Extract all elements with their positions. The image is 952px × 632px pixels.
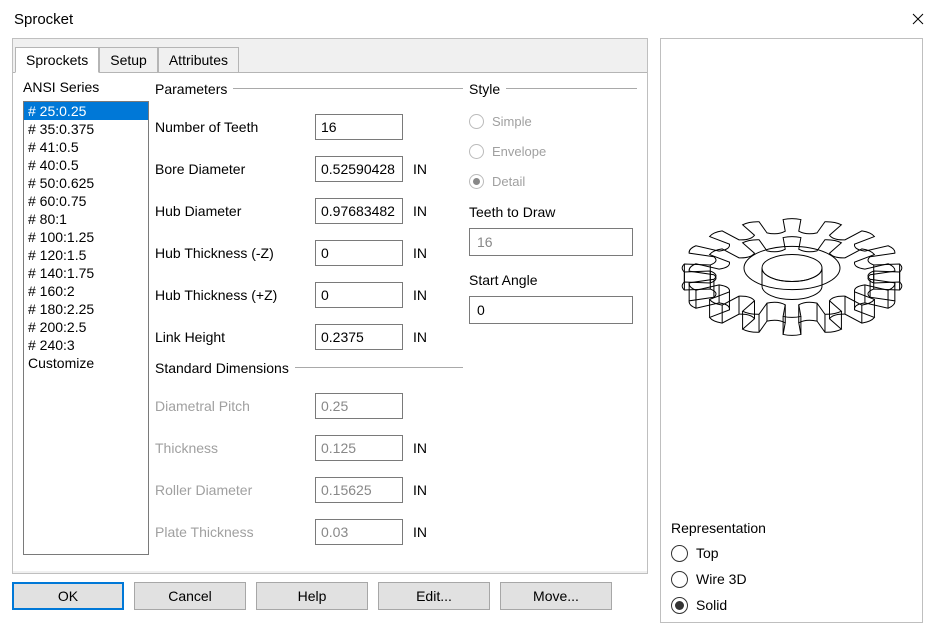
teeth-to-draw-label: Teeth to Draw [469, 204, 637, 220]
move-button[interactable]: Move... [500, 582, 612, 610]
num-teeth-input[interactable] [315, 114, 403, 140]
hub-thk-neg-input[interactable] [315, 240, 403, 266]
hub-dia-label: Hub Diameter [155, 203, 315, 219]
style-group-title: Style [469, 79, 637, 98]
hub-dia-input[interactable] [315, 198, 403, 224]
list-item[interactable]: # 200:2.5 [24, 318, 148, 336]
window-title: Sprocket [14, 11, 73, 28]
close-button[interactable] [898, 3, 938, 35]
tab-strip: Sprockets Setup Attributes [13, 47, 647, 73]
preview-area [661, 39, 922, 515]
tab-setup[interactable]: Setup [99, 47, 158, 72]
tab-attributes[interactable]: Attributes [158, 47, 239, 72]
list-item[interactable]: # 140:1.75 [24, 264, 148, 282]
unit-label: IN [413, 440, 437, 456]
plate-thk-input [315, 519, 403, 545]
num-teeth-label: Number of Teeth [155, 119, 315, 135]
style-envelope-radio: Envelope [469, 136, 637, 166]
list-item[interactable]: Customize [24, 354, 148, 372]
link-height-label: Link Height [155, 329, 315, 345]
representation-section: Representation Top Wire 3D Solid [661, 515, 922, 622]
cancel-button[interactable]: Cancel [134, 582, 246, 610]
representation-title: Representation [671, 520, 912, 536]
rep-solid-radio[interactable]: Solid [671, 592, 912, 618]
list-item[interactable]: # 100:1.25 [24, 228, 148, 246]
rep-top-radio[interactable]: Top [671, 540, 912, 566]
radio-icon [469, 144, 484, 159]
radio-icon [671, 597, 688, 614]
series-listbox[interactable]: # 25:0.25 # 35:0.375 # 41:0.5 # 40:0.5 #… [23, 101, 149, 555]
rep-wire3d-radio[interactable]: Wire 3D [671, 566, 912, 592]
radio-icon [469, 114, 484, 129]
unit-label: IN [413, 203, 437, 219]
list-item[interactable]: # 40:0.5 [24, 156, 148, 174]
start-angle-label: Start Angle [469, 272, 637, 288]
radio-icon [469, 174, 484, 189]
radio-icon [671, 545, 688, 562]
list-item[interactable]: # 160:2 [24, 282, 148, 300]
edit-button[interactable]: Edit... [378, 582, 490, 610]
list-item[interactable]: # 41:0.5 [24, 138, 148, 156]
list-item[interactable]: # 60:0.75 [24, 192, 148, 210]
main-panel: Sprockets Setup Attributes ANSI Series #… [12, 38, 648, 574]
title-bar: Sprocket [0, 0, 952, 38]
hub-thk-pos-input[interactable] [315, 282, 403, 308]
close-icon [912, 13, 924, 25]
list-item[interactable]: # 120:1.5 [24, 246, 148, 264]
series-label: ANSI Series [23, 79, 149, 95]
sprocket-preview-icon [670, 155, 914, 399]
diametral-pitch-input [315, 393, 403, 419]
link-height-input[interactable] [315, 324, 403, 350]
list-item[interactable]: # 180:2.25 [24, 300, 148, 318]
unit-label: IN [413, 161, 437, 177]
style-detail-radio: Detail [469, 166, 637, 196]
std-dim-group-title: Standard Dimensions [155, 358, 463, 377]
list-item[interactable]: # 80:1 [24, 210, 148, 228]
list-item[interactable]: # 50:0.625 [24, 174, 148, 192]
style-simple-radio: Simple [469, 106, 637, 136]
unit-label: IN [413, 245, 437, 261]
radio-icon [671, 571, 688, 588]
help-button[interactable]: Help [256, 582, 368, 610]
thickness-label: Thickness [155, 440, 315, 456]
bore-dia-input[interactable] [315, 156, 403, 182]
start-angle-input[interactable] [469, 296, 633, 324]
ok-button[interactable]: OK [12, 582, 124, 610]
plate-thk-label: Plate Thickness [155, 524, 315, 540]
parameters-group-title: Parameters [155, 79, 463, 98]
list-item[interactable]: # 240:3 [24, 336, 148, 354]
unit-label: IN [413, 482, 437, 498]
hub-thk-pos-label: Hub Thickness (+Z) [155, 287, 315, 303]
unit-label: IN [413, 287, 437, 303]
roller-dia-label: Roller Diameter [155, 482, 315, 498]
bore-dia-label: Bore Diameter [155, 161, 315, 177]
preview-panel: Representation Top Wire 3D Solid [660, 38, 923, 623]
unit-label: IN [413, 524, 437, 540]
roller-dia-input [315, 477, 403, 503]
diametral-pitch-label: Diametral Pitch [155, 398, 315, 414]
tab-sprockets[interactable]: Sprockets [15, 47, 99, 73]
hub-thk-neg-label: Hub Thickness (-Z) [155, 245, 315, 261]
list-item[interactable]: # 35:0.375 [24, 120, 148, 138]
teeth-to-draw-input [469, 228, 633, 256]
thickness-input [315, 435, 403, 461]
unit-label: IN [413, 329, 437, 345]
list-item[interactable]: # 25:0.25 [24, 102, 148, 120]
